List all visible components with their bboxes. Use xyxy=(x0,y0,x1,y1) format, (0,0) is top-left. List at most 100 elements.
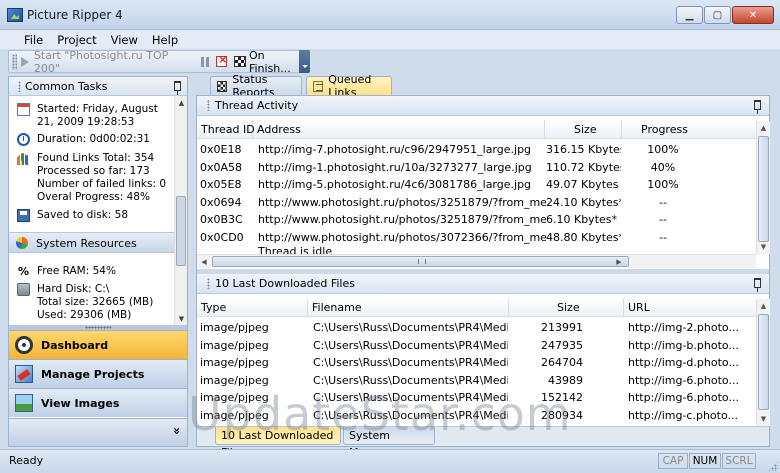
pin-icon[interactable] xyxy=(754,100,761,114)
scroll-left-icon[interactable]: ◀ xyxy=(197,255,211,268)
scroll-down-icon[interactable]: ▼ xyxy=(175,312,187,325)
scroll-thumb[interactable] xyxy=(176,196,186,266)
stop-icon[interactable] xyxy=(216,53,227,67)
clock-icon xyxy=(17,133,30,146)
nav-dashboard[interactable]: Dashboard xyxy=(9,330,187,359)
scroll-down-icon[interactable]: ▼ xyxy=(757,412,770,426)
pause-icon[interactable] xyxy=(201,56,210,67)
scroll-thumb[interactable] xyxy=(212,256,629,267)
col-size[interactable]: Size xyxy=(545,120,622,139)
view-images-icon xyxy=(15,394,33,412)
stat-failed-links: Number of failed links: 0 xyxy=(37,178,166,190)
thread-row[interactable]: 0x0A58 http://img-1.photosight.ru/10a/327… xyxy=(197,159,756,176)
scroll-right-icon[interactable]: ▶ xyxy=(612,255,626,268)
pin-icon[interactable] xyxy=(174,81,181,95)
tab-queued-links[interactable]: Queued Links xyxy=(306,73,392,99)
minimize-button[interactable]: ▁ xyxy=(676,6,703,24)
stat-found-links: Found Links Total: 354 xyxy=(37,152,155,164)
panel-grip[interactable] xyxy=(18,80,21,92)
url-cell: http://img-d.photo... xyxy=(628,356,739,369)
title-bar[interactable]: Picture Ripper 4 ▁ ▢ ✕ xyxy=(0,0,780,30)
free-ram-text: Free RAM: 54% xyxy=(37,265,116,277)
col-filename[interactable]: Filename xyxy=(308,298,509,317)
type-cell: image/pjpeg xyxy=(200,321,269,334)
thread-row[interactable]: 0x05E8 http://img-5.photosight.ru/4c6/308… xyxy=(197,176,756,193)
thread-table-vscroll[interactable]: ▲ ▼ xyxy=(756,121,770,254)
type-cell: image/pjpeg xyxy=(200,373,269,387)
system-resources-title: System Resources xyxy=(36,237,137,250)
address-cell: http://img-5.photosight.ru/4c6/3081786_l… xyxy=(258,178,532,191)
downloaded-row[interactable]: image/pjpeg C:\Users\Russ\Documents\PR4\M… xyxy=(197,389,756,406)
downloaded-row[interactable]: image/pjpeg C:\Users\Russ\Documents\PR4\M… xyxy=(197,354,756,371)
thread-row[interactable]: 0x0CD0 http://www.photosight.ru/photos/30… xyxy=(197,229,756,246)
start-button[interactable]: Start "Photosight.ru TOP 200" xyxy=(20,49,195,75)
nav-overflow-button[interactable] xyxy=(9,418,187,446)
file-size-cell: 43989 xyxy=(548,373,583,387)
stat-overall-progress: Overal Progress: 48% xyxy=(37,191,150,203)
scroll-up-icon[interactable]: ▲ xyxy=(175,96,187,109)
address-cell: http://www.photosight.ru/photos/3072366/… xyxy=(258,230,546,244)
app-icon[interactable] xyxy=(7,8,23,22)
bottom-tabs: 10 Last Downloaded Files System Messages xyxy=(197,426,769,459)
menu-project[interactable]: Project xyxy=(50,33,103,47)
downloaded-table-vscroll[interactable]: ▲ ▼ xyxy=(756,299,770,426)
col-thread-id[interactable]: Thread ID xyxy=(197,120,255,139)
window-controls: ▁ ▢ ✕ xyxy=(676,6,774,24)
toolbar-overflow-button[interactable] xyxy=(299,50,310,73)
indicator-cap: CAP xyxy=(658,453,688,469)
menu-view[interactable]: View xyxy=(104,33,145,47)
toolbar: Start "Photosight.ru TOP 200" On Finish.… xyxy=(8,49,310,75)
menu-help[interactable]: Help xyxy=(145,33,185,47)
url-cell: http://img-2.photo... xyxy=(628,321,739,334)
scroll-thumb[interactable] xyxy=(758,136,769,242)
thread-table-hscroll[interactable]: ◀ ▶ xyxy=(197,254,756,268)
pane-grip[interactable] xyxy=(207,278,210,289)
tab-system-messages[interactable]: System Messages xyxy=(343,427,435,459)
downloaded-files-title: 10 Last Downloaded Files xyxy=(215,277,355,290)
size-cell: 6.10 Kbytes* xyxy=(546,213,618,226)
address-cell: http://img-1.photosight.ru/10a/3273277_l… xyxy=(258,160,532,174)
type-cell: image/pjpeg xyxy=(200,391,269,404)
toolbar-grip[interactable] xyxy=(12,53,17,70)
started-line-1: Started: Friday, August xyxy=(37,103,158,115)
system-resources-header[interactable]: System Resources xyxy=(9,232,174,253)
thread-row[interactable]: 0x0E18 http://img-7.photosight.ru/c96/294… xyxy=(197,141,756,158)
nav-manage-projects[interactable]: Manage Projects xyxy=(9,359,187,388)
file-size-cell: 213991 xyxy=(541,321,583,334)
filename-cell: C:\Users\Russ\Documents\PR4\Media... xyxy=(313,373,508,387)
col-address[interactable]: Address xyxy=(253,120,545,139)
thread-row[interactable]: 0x0B3C http://www.photosight.ru/photos/32… xyxy=(197,211,756,228)
resize-grip[interactable] xyxy=(768,461,778,471)
tab-status-reports[interactable]: Status Reports xyxy=(210,73,302,99)
thread-row[interactable]: 0x0694 http://www.photosight.ru/photos/32… xyxy=(197,194,756,211)
col-type[interactable]: Type xyxy=(197,298,308,317)
filename-cell: C:\Users\Russ\Documents\PR4\Media... xyxy=(313,338,508,352)
started-line-2: 21, 2009 19:28:53 xyxy=(37,116,135,128)
pin-icon[interactable] xyxy=(754,278,761,292)
nav-view-images[interactable]: View Images xyxy=(9,388,187,417)
dashboard-icon xyxy=(15,336,33,354)
downloaded-row[interactable]: image/pjpeg C:\Users\Russ\Documents\PR4\M… xyxy=(197,372,756,389)
window-title: Picture Ripper 4 xyxy=(27,8,123,22)
saved-text: Saved to disk: 58 xyxy=(37,209,129,221)
scroll-thumb[interactable] xyxy=(758,314,769,410)
file-size-cell: 247935 xyxy=(541,338,583,352)
downloaded-row[interactable]: image/pjpeg C:\Users\Russ\Documents\PR4\M… xyxy=(197,319,756,336)
downloaded-row[interactable]: image/pjpeg C:\Users\Russ\Documents\PR4\M… xyxy=(197,337,756,354)
url-cell: http://img-b.photo... xyxy=(628,338,739,352)
scroll-down-icon[interactable]: ▼ xyxy=(757,240,770,254)
close-button[interactable]: ✕ xyxy=(732,6,774,24)
scroll-up-icon[interactable]: ▲ xyxy=(757,299,770,313)
menu-file[interactable]: File xyxy=(17,33,50,47)
downloaded-row[interactable]: image/pjpeg C:\Users\Russ\Documents\PR4\M… xyxy=(197,407,756,424)
col-file-size[interactable]: Size xyxy=(509,298,624,317)
left-panel-scrollbar[interactable]: ▲ ▼ xyxy=(174,96,187,325)
common-tasks-title: Common Tasks xyxy=(25,79,108,93)
tab-last-downloaded-files[interactable]: 10 Last Downloaded Files xyxy=(215,427,341,459)
maximize-button[interactable]: ▢ xyxy=(704,6,731,24)
scroll-up-icon[interactable]: ▲ xyxy=(757,121,770,135)
pane-grip[interactable] xyxy=(207,100,210,111)
col-progress[interactable]: Progress xyxy=(622,120,758,139)
file-size-cell: 280934 xyxy=(541,408,583,422)
col-url[interactable]: URL xyxy=(624,298,756,317)
